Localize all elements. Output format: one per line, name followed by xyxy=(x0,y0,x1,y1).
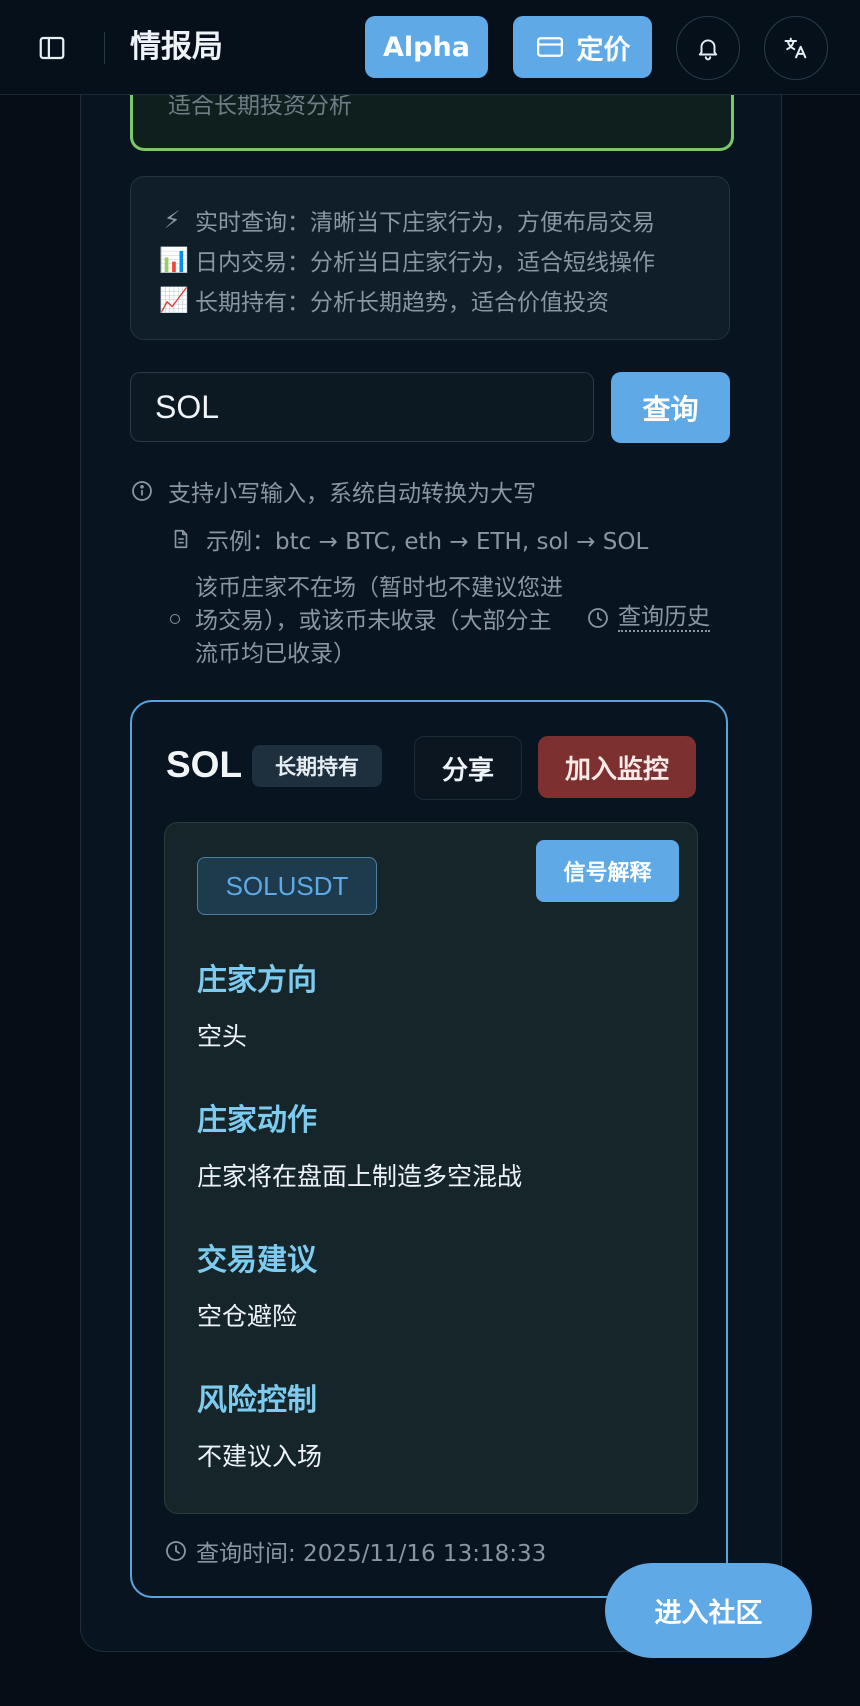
bar-chart-icon: 📊 xyxy=(159,246,189,274)
mode-intraday: 📊 日内交易：分析当日庄家行为，适合短线操作 xyxy=(159,243,655,277)
pricing-button-label: 定价 xyxy=(576,34,631,66)
signal-value-action: 庄家将在盘面上制造多空混战 xyxy=(197,1162,523,1191)
credit-card-icon xyxy=(535,32,565,62)
trend-up-icon: 📈 xyxy=(159,286,189,314)
lightning-icon: ⚡ xyxy=(163,206,181,234)
share-button[interactable]: 分享 xyxy=(414,736,522,800)
sidebar-toggle-icon[interactable] xyxy=(34,30,70,66)
document-icon xyxy=(170,527,192,551)
query-time-text: 查询时间: 2025/11/16 13:18:33 xyxy=(196,1541,547,1567)
info-icon xyxy=(130,479,154,503)
not-listed-text: 该币庄家不在场（暂时也不建议您进场交易），或该币未收录（大部分主流币均已收录） xyxy=(195,575,563,667)
alpha-button[interactable]: Alpha xyxy=(365,16,488,78)
clock-icon xyxy=(586,606,610,630)
query-history-label: 查询历史 xyxy=(618,604,710,632)
lowercase-hint: 支持小写输入，系统自动转换为大写 xyxy=(130,474,536,508)
query-time: 查询时间: 2025/11/16 13:18:33 xyxy=(164,1534,546,1568)
mode-intraday-text: 日内交易：分析当日庄家行为，适合短线操作 xyxy=(195,250,655,276)
bell-icon xyxy=(695,35,721,61)
signal-value-direction: 空头 xyxy=(197,1022,248,1051)
mode-realtime-text: 实时查询：清晰当下庄家行为，方便布局交易 xyxy=(195,210,655,236)
signal-label-direction: 庄家方向 xyxy=(197,963,317,998)
header-divider xyxy=(104,32,105,64)
clock-icon xyxy=(164,1539,188,1563)
alpha-button-label: Alpha xyxy=(383,31,470,63)
lowercase-hint-text: 支持小写输入，系统自动转换为大写 xyxy=(168,481,536,507)
signal-label-risk: 风险控制 xyxy=(197,1383,317,1418)
mode-realtime: ⚡ 实时查询：清晰当下庄家行为，方便布局交易 xyxy=(159,203,655,237)
add-monitor-button[interactable]: 加入监控 xyxy=(538,736,696,798)
result-card: SOL 长期持有 分享 加入监控 SOLUSDT 信号解释 庄家方向 空头 庄家… xyxy=(130,700,728,1598)
translate-icon xyxy=(782,34,810,62)
example-hint: 示例：btc → BTC, eth → ETH, sol → SOL xyxy=(170,522,648,556)
brand-title: 情报局 xyxy=(130,29,223,65)
signal-label-action: 庄家动作 xyxy=(197,1103,317,1138)
signal-value-risk: 不建议入场 xyxy=(197,1442,323,1471)
search-button[interactable]: 查询 xyxy=(611,372,730,443)
mode-longterm-text: 长期持有：分析长期趋势，适合价值投资 xyxy=(195,290,609,316)
trading-pair-badge: SOLUSDT xyxy=(197,857,377,915)
signal-value-advice: 空仓避险 xyxy=(197,1302,298,1331)
signal-label-advice: 交易建议 xyxy=(197,1243,317,1278)
enter-community-button[interactable]: 进入社区 xyxy=(605,1563,812,1658)
example-hint-text: 示例：btc → BTC, eth → ETH, sol → SOL xyxy=(206,529,649,555)
notifications-button[interactable] xyxy=(676,16,740,80)
term-badge: 长期持有 xyxy=(252,745,382,787)
signal-explain-button[interactable]: 信号解释 xyxy=(536,840,679,902)
dot-icon xyxy=(170,614,180,624)
result-symbol: SOL xyxy=(166,744,243,785)
language-button[interactable] xyxy=(764,16,828,80)
mode-longterm: 📈 长期持有：分析长期趋势，适合价值投资 xyxy=(159,283,609,317)
top-bar: 情报局 Alpha 定价 xyxy=(0,0,860,95)
symbol-search-input[interactable]: SOL xyxy=(130,372,594,442)
signal-panel: SOLUSDT 信号解释 庄家方向 空头 庄家动作 庄家将在盘面上制造多空混战 … xyxy=(164,822,698,1514)
query-modes-box: ⚡ 实时查询：清晰当下庄家行为，方便布局交易 📊 日内交易：分析当日庄家行为，适… xyxy=(130,176,730,340)
query-history-link[interactable]: 查询历史 xyxy=(586,604,710,632)
pricing-button[interactable]: 定价 xyxy=(513,16,652,78)
